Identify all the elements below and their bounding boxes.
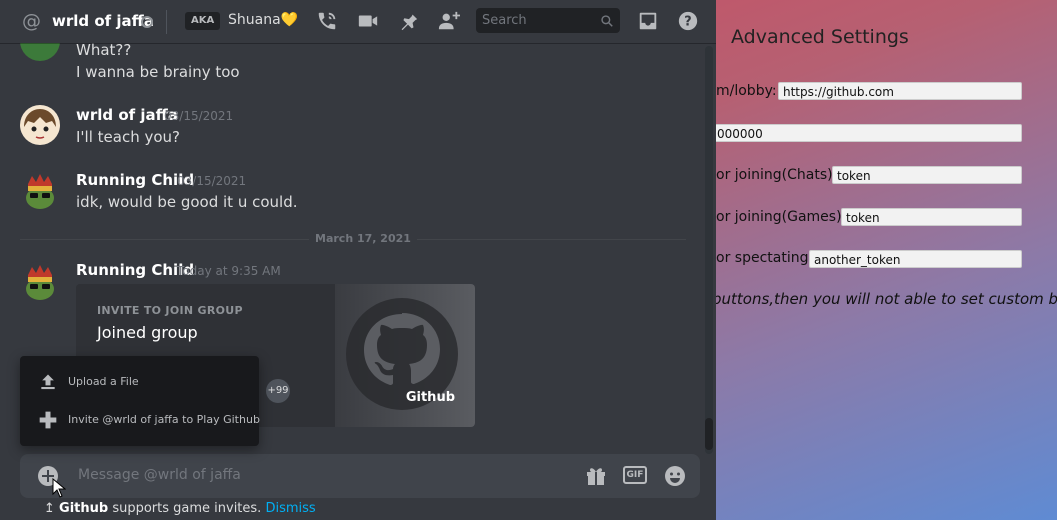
search-placeholder: Search	[482, 13, 527, 28]
svg-text:?: ?	[684, 15, 691, 30]
discord-window: @ wrld of jaffa AKA Shuana💛 Search ? Wha…	[0, 0, 716, 520]
add-friend-icon[interactable]	[437, 9, 461, 33]
message-composer: GIF	[20, 454, 700, 498]
lobby-input[interactable]: https://github.com	[778, 82, 1022, 100]
party-max-input[interactable]: 000000	[712, 124, 1022, 142]
avatar[interactable]	[20, 261, 60, 301]
nickname: Shuana💛	[228, 12, 299, 28]
search-bar[interactable]: Search	[476, 8, 620, 33]
dm-username: wrld of jaffa	[52, 12, 154, 30]
advanced-settings-title: Advanced Settings	[731, 26, 909, 48]
emoji-icon[interactable]	[663, 464, 687, 488]
dismiss-link[interactable]: Dismiss	[265, 501, 315, 516]
help-icon[interactable]: ?	[676, 9, 700, 33]
search-icon	[600, 13, 614, 32]
join-games-label: or joining(Games):	[716, 209, 847, 225]
message-text: idk, would be good it u could.	[76, 193, 298, 211]
member-count-badge: +99	[266, 379, 290, 403]
message-timestamp: Today at 9:35 AM	[177, 264, 281, 278]
invite-kicker: INVITE TO JOIN GROUP	[97, 304, 243, 317]
notice-text: supports game invites.	[108, 501, 266, 516]
avatar[interactable]	[20, 105, 60, 145]
voice-call-icon[interactable]	[315, 9, 339, 33]
buttons-note: buttons,then you will not able to set cu…	[712, 290, 1057, 308]
aka-badge: AKA	[185, 12, 221, 30]
notice-game: Github	[59, 501, 109, 516]
gamepad-icon	[38, 410, 58, 430]
upload-file-item[interactable]: Upload a File	[20, 364, 259, 400]
attach-menu: Upload a File Invite @wrld of jaffa to P…	[20, 356, 260, 446]
dm-header: @ wrld of jaffa AKA Shuana💛 Search ?	[0, 0, 716, 43]
video-call-icon[interactable]	[356, 9, 380, 33]
message-text: I'll teach you?	[76, 128, 180, 146]
gif-button[interactable]: GIF	[623, 466, 647, 484]
join-chats-input[interactable]: token	[832, 166, 1022, 184]
lobby-label: m/lobby:	[716, 83, 777, 99]
join-games-input[interactable]: token	[841, 208, 1022, 226]
message-author[interactable]: wrld of jaffa	[76, 106, 178, 124]
inbox-icon[interactable]	[636, 9, 660, 33]
pinned-messages-icon[interactable]	[396, 9, 420, 33]
offline-status-icon	[141, 16, 153, 28]
game-invite-notice: ↥ Github supports game invites. Dismiss	[44, 501, 316, 516]
scrollbar-track[interactable]	[705, 46, 713, 454]
avatar[interactable]	[20, 170, 60, 210]
message-timestamp: 03/15/2021	[164, 109, 234, 123]
header-divider	[166, 10, 167, 34]
spectate-input[interactable]: another_token	[809, 250, 1022, 268]
invite-to-play-item[interactable]: Invite @wrld of jaffa to Play Github	[20, 402, 260, 438]
gift-icon[interactable]	[584, 464, 608, 488]
upload-icon	[38, 372, 58, 392]
invite-title: Joined group	[97, 323, 198, 342]
mouse-cursor-icon	[52, 477, 67, 502]
date-divider-label: March 17, 2021	[309, 232, 417, 245]
join-chats-label: or joining(Chats):	[716, 167, 838, 183]
invite-art	[335, 284, 475, 427]
spectate-label: or spectating:	[716, 250, 814, 266]
message-text: I wanna be brainy too	[76, 63, 240, 81]
invite-to-play-label: Invite @wrld of jaffa to Play Github	[68, 413, 260, 426]
at-icon: @	[22, 10, 41, 32]
message-text: What??	[76, 41, 132, 59]
invite-game-name: Github	[405, 390, 455, 405]
notice-arrow-icon: ↥	[44, 501, 60, 516]
message-input[interactable]	[76, 466, 560, 484]
scrollbar-thumb[interactable]	[705, 418, 713, 450]
upload-file-label: Upload a File	[68, 375, 139, 388]
message-timestamp: 03/15/2021	[177, 174, 247, 188]
